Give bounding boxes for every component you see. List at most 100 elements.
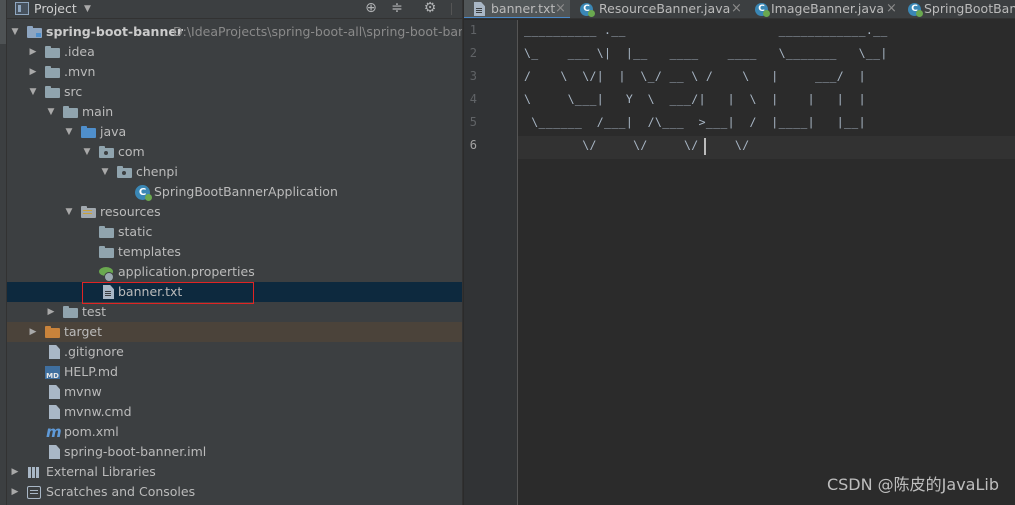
tree-item-com[interactable]: ▼ com xyxy=(7,142,462,162)
expand-arrow-icon[interactable]: ▶ xyxy=(45,302,57,322)
expand-arrow-icon[interactable]: ▼ xyxy=(9,22,21,42)
tree-item-label: Scratches and Consoles xyxy=(46,484,196,499)
tree-item-scratches[interactable]: ▶ Scratches and Consoles xyxy=(7,482,462,502)
tree-item-label: HELP.md xyxy=(64,364,118,379)
tree-item-label: java xyxy=(100,124,127,139)
tree-item-mvn[interactable]: ▶ .mvn xyxy=(7,62,462,82)
tree-item-label: main xyxy=(82,104,114,119)
text-editor[interactable]: __________ .__ ____________.__ \_ ___ \|… xyxy=(518,20,1015,505)
tree-item-src[interactable]: ▼ src xyxy=(7,82,462,102)
tab-imagebanner-java[interactable]: C ImageBanner.java × xyxy=(745,0,900,18)
tree-item-label: .mvn xyxy=(64,64,96,79)
locate-file-icon[interactable]: ⊕ xyxy=(362,0,380,18)
file-icon xyxy=(49,345,60,359)
tree-item-label: src xyxy=(64,84,83,99)
tree-item-java[interactable]: ▼ java xyxy=(7,122,462,142)
tree-item-application-properties[interactable]: application.properties xyxy=(7,262,462,282)
tree-item-label: mvnw xyxy=(64,384,102,399)
expand-arrow-icon[interactable]: ▼ xyxy=(81,142,93,162)
module-file-icon xyxy=(49,445,60,459)
close-icon[interactable]: × xyxy=(886,0,897,17)
project-path-hint: D:\IdeaProjects\spring-boot-all\spring-b… xyxy=(173,24,462,39)
spring-boot-class-icon: C xyxy=(908,3,923,17)
tree-item-label: pom.xml xyxy=(64,424,119,439)
package-icon xyxy=(99,146,114,158)
tree-item-external-libraries[interactable]: ▶ External Libraries xyxy=(7,462,462,482)
code-line-6: \/ \/ \/ \/ xyxy=(524,138,750,152)
class-icon: C xyxy=(755,3,770,17)
class-icon: C xyxy=(580,3,595,17)
tree-item-templates[interactable]: templates xyxy=(7,242,462,262)
line-number: 1 xyxy=(469,23,477,37)
project-view-selector[interactable]: Project xyxy=(34,0,77,17)
tree-item-label: resources xyxy=(100,204,161,219)
code-line-3: / \ \/| | \_/ __ \ / \ | ___/ | xyxy=(524,69,866,83)
project-tool-window-tab[interactable] xyxy=(0,0,6,44)
tree-item-target[interactable]: ▶ target xyxy=(7,322,462,342)
tree-item-chenpi[interactable]: ▼ chenpi xyxy=(7,162,462,182)
tree-item-label: SpringBootBannerApplication xyxy=(154,184,338,199)
expand-arrow-icon[interactable]: ▶ xyxy=(27,42,39,62)
tree-item-resources[interactable]: ▼ resources xyxy=(7,202,462,222)
code-line-4: \ \___| Y \ ___/| | \ | | | | xyxy=(524,92,866,106)
tree-item-label: static xyxy=(118,224,153,239)
expand-arrow-icon[interactable]: ▼ xyxy=(27,82,39,102)
close-icon[interactable]: × xyxy=(555,0,566,17)
tree-item-spring-boot-banner[interactable]: ▼ spring-boot-banner D:\IdeaProjects\spr… xyxy=(7,22,462,42)
chevron-down-icon[interactable]: ▼ xyxy=(84,1,91,17)
library-icon xyxy=(27,466,42,479)
file-icon xyxy=(49,385,60,399)
expand-arrow-icon[interactable]: ▼ xyxy=(99,162,111,182)
tree-item-label: External Libraries xyxy=(46,464,156,479)
tab-label: ResourceBanner.java xyxy=(599,1,731,16)
code-line-1: __________ .__ ____________.__ xyxy=(524,23,888,37)
markdown-file-icon: MD xyxy=(45,366,60,380)
tree-item-test[interactable]: ▶ test xyxy=(7,302,462,322)
excluded-folder-icon xyxy=(45,326,60,338)
expand-arrow-icon[interactable]: ▶ xyxy=(27,322,39,342)
tree-item-help-md[interactable]: MD HELP.md xyxy=(7,362,462,382)
tree-item-label: test xyxy=(82,304,107,319)
expand-arrow-icon[interactable]: ▼ xyxy=(63,122,75,142)
collapse-all-icon[interactable]: ≑ xyxy=(388,0,406,18)
watermark: CSDN @陈皮的JavaLib xyxy=(826,475,999,494)
folder-icon xyxy=(63,306,78,318)
line-number: 2 xyxy=(469,46,477,60)
code-line-5: \______ /___| /\___ >___| / |____| |__| xyxy=(524,115,866,129)
tree-item-main[interactable]: ▼ main xyxy=(7,102,462,122)
folder-icon xyxy=(99,246,114,258)
text-caret xyxy=(704,138,706,155)
project-view-icon xyxy=(15,2,29,15)
tree-item-label: application.properties xyxy=(118,264,255,279)
tree-item-label: spring-boot-banner xyxy=(46,24,183,39)
tree-item-idea[interactable]: ▶ .idea xyxy=(7,42,462,62)
tree-item-label: spring-boot-banner.iml xyxy=(64,444,207,459)
text-file-icon xyxy=(474,2,485,16)
tab-banner-txt[interactable]: banner.txt × xyxy=(464,0,570,18)
highlight-annotation-box xyxy=(82,282,254,304)
expand-arrow-icon[interactable]: ▼ xyxy=(63,202,75,222)
expand-arrow-icon[interactable]: ▶ xyxy=(9,482,21,502)
tree-item-label: chenpi xyxy=(136,164,178,179)
tree-item-label: templates xyxy=(118,244,181,259)
tree-item-pom-xml[interactable]: m pom.xml xyxy=(7,422,462,442)
expand-arrow-icon[interactable]: ▶ xyxy=(27,62,39,82)
tree-item-label: com xyxy=(118,144,145,159)
tree-item-mvnw[interactable]: mvnw xyxy=(7,382,462,402)
maven-icon: m xyxy=(46,423,62,441)
editor-tab-bar: banner.txt × C ResourceBanner.java × C I… xyxy=(464,0,1015,19)
line-number: 5 xyxy=(469,115,477,129)
tree-item-springbootbannerapplication[interactable]: C SpringBootBannerApplication xyxy=(7,182,462,202)
tab-resourcebanner-java[interactable]: C ResourceBanner.java × xyxy=(570,0,745,18)
close-icon[interactable]: × xyxy=(731,0,742,17)
tree-item-static[interactable]: static xyxy=(7,222,462,242)
tree-item-mvnw-cmd[interactable]: mvnw.cmd xyxy=(7,402,462,422)
expand-arrow-icon[interactable]: ▼ xyxy=(45,102,57,122)
folder-icon xyxy=(45,46,60,58)
tree-item-gitignore[interactable]: .gitignore xyxy=(7,342,462,362)
expand-arrow-icon[interactable]: ▶ xyxy=(9,462,21,482)
gear-icon[interactable]: ⚙ xyxy=(421,0,439,18)
tree-item-iml[interactable]: spring-boot-banner.iml xyxy=(7,442,462,462)
tab-springbootbannerapplication-java[interactable]: C SpringBootBannerApplication.java xyxy=(900,0,1015,18)
tree-item-label: mvnw.cmd xyxy=(64,404,132,419)
